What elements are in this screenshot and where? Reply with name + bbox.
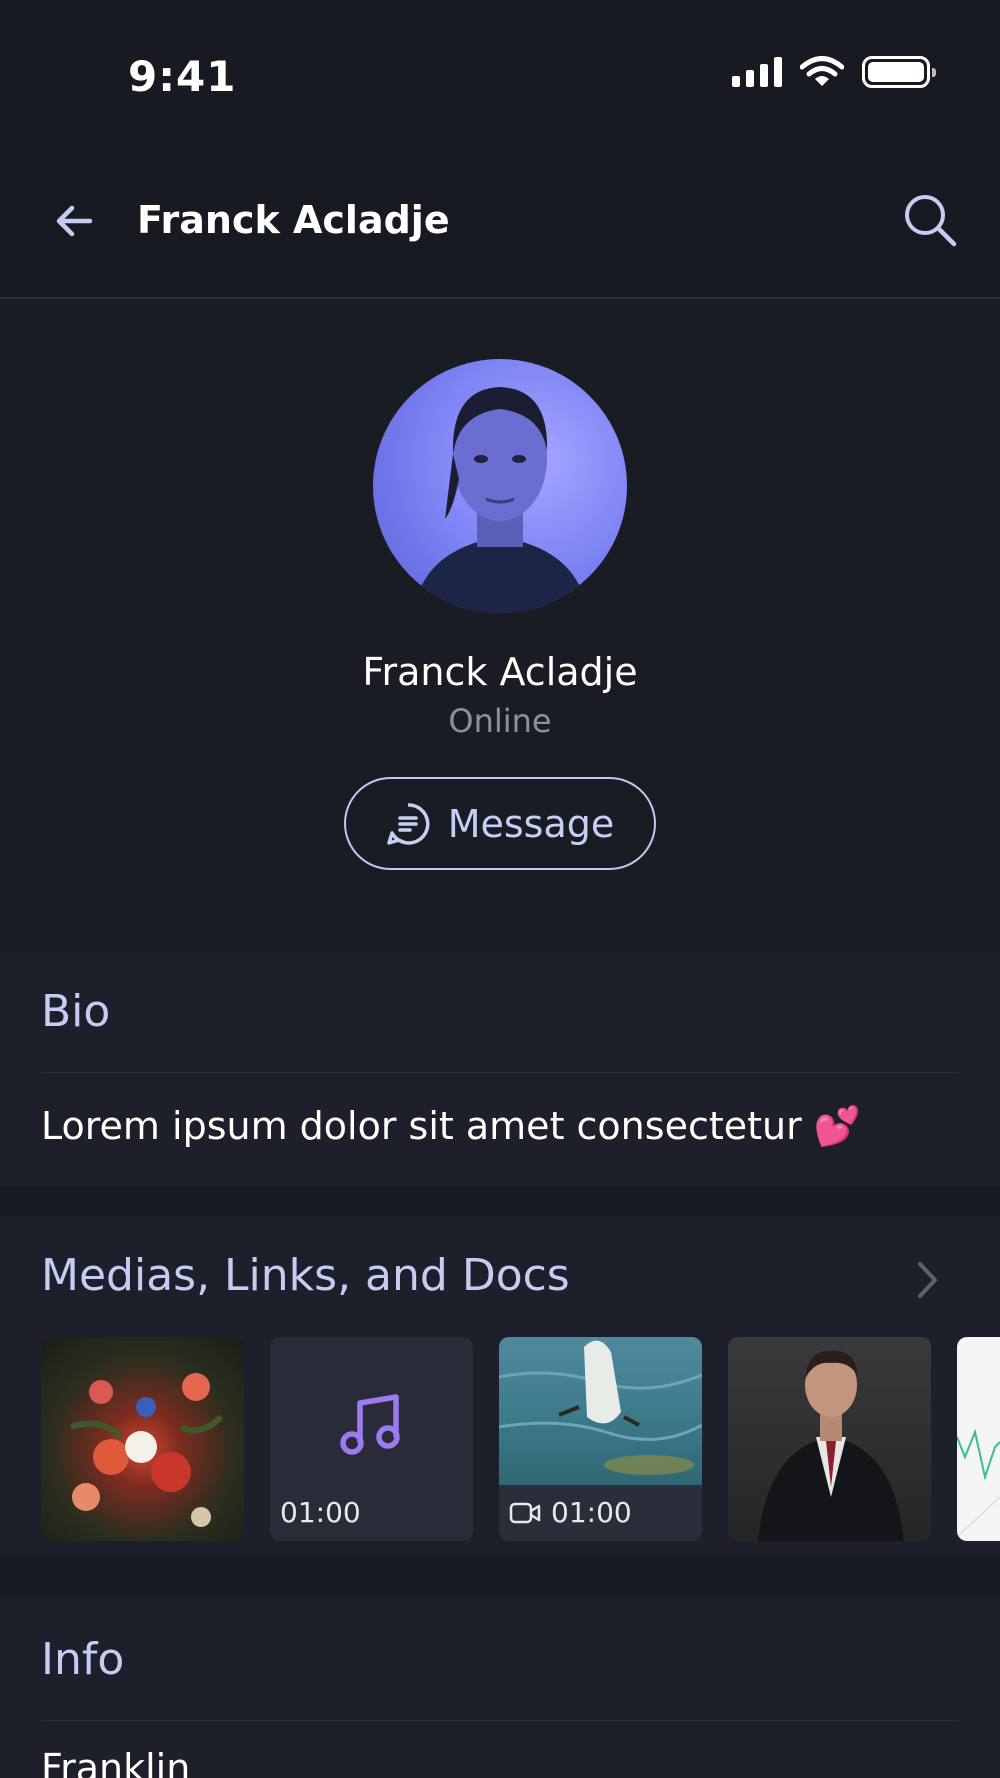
divider xyxy=(41,1720,959,1721)
message-icon xyxy=(386,802,430,845)
message-button-label: Message xyxy=(447,801,615,846)
video-thumbnail xyxy=(499,1337,702,1485)
signal-icon xyxy=(732,57,782,87)
video-camera-icon xyxy=(509,1502,541,1523)
profile-name: Franck Acladje xyxy=(362,650,638,694)
online-status: Online xyxy=(448,702,552,740)
media-tile-man-in-suit[interactable] xyxy=(728,1337,931,1541)
media-title[interactable]: Medias, Links, and Docs xyxy=(41,1250,570,1301)
info-section: Info Franklin xyxy=(0,1596,1000,1778)
info-title: Info xyxy=(41,1634,125,1685)
media-tile-flower-painting[interactable] xyxy=(41,1337,244,1541)
bio-text: Lorem ipsum dolor sit amet consectetur 💕 xyxy=(41,1104,861,1149)
message-button[interactable]: Message xyxy=(344,777,656,870)
wifi-icon xyxy=(800,56,844,86)
media-tile-audio[interactable]: 01:00 xyxy=(270,1337,473,1541)
status-time: 9:41 xyxy=(128,52,237,101)
video-duration: 01:00 xyxy=(509,1496,632,1529)
audio-duration: 01:00 xyxy=(280,1496,361,1529)
back-arrow-icon[interactable] xyxy=(50,196,100,246)
audio-duration-text: 01:00 xyxy=(280,1496,361,1529)
media-section: Medias, Links, and Docs 01:00 01:00 xyxy=(0,1216,1000,1556)
profile-header: Franck Acladje Online Message xyxy=(0,300,1000,950)
battery-icon xyxy=(862,56,936,88)
media-tile-document[interactable] xyxy=(957,1337,1000,1541)
app-bar: Franck Acladje xyxy=(0,150,1000,299)
app-title: Franck Acladje xyxy=(137,198,450,242)
chevron-right-icon[interactable] xyxy=(912,1258,942,1302)
music-note-icon xyxy=(340,1394,400,1455)
video-duration-text: 01:00 xyxy=(551,1496,632,1529)
info-first-name: Franklin xyxy=(41,1746,191,1778)
heart-emoji: 💕 xyxy=(813,1104,862,1148)
bio-section: Bio Lorem ipsum dolor sit amet consectet… xyxy=(0,952,1000,1186)
status-bar: 9:41 xyxy=(0,0,1000,150)
status-icons xyxy=(732,56,936,88)
search-icon[interactable] xyxy=(900,190,960,250)
media-tile-video[interactable]: 01:00 xyxy=(499,1337,702,1541)
divider xyxy=(41,1072,959,1073)
bio-title: Bio xyxy=(41,986,111,1037)
avatar[interactable] xyxy=(373,359,627,613)
media-carousel[interactable]: 01:00 01:00 xyxy=(41,1337,1000,1541)
bio-text-content: Lorem ipsum dolor sit amet consectetur xyxy=(41,1104,802,1148)
